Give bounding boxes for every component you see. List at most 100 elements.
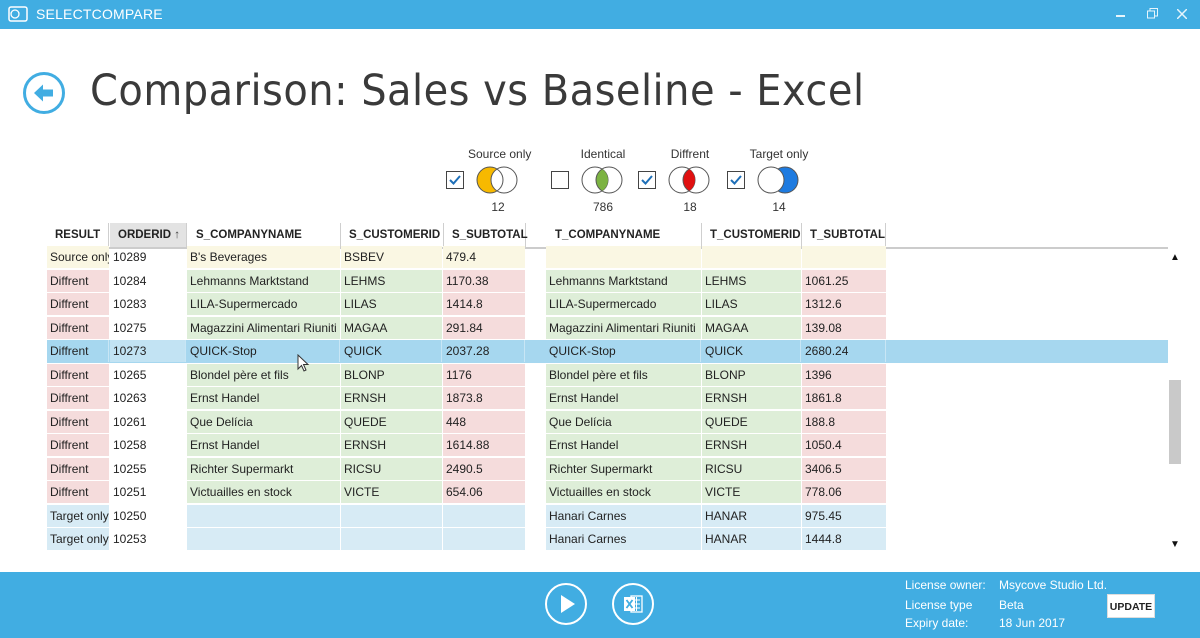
- s-companyname-cell[interactable]: Richter Supermarkt: [187, 457, 340, 480]
- orderid-cell[interactable]: 10255: [110, 458, 186, 480]
- t-companyname-cell[interactable]: Que Delícia: [546, 410, 701, 433]
- result-cell[interactable]: Diffrent: [47, 363, 109, 386]
- orderid-cell[interactable]: 10250: [110, 505, 186, 527]
- s-subtotal-cell[interactable]: 1414.8: [443, 293, 525, 315]
- table-row[interactable]: Diffrent 10251 Victuailles en stock VICTE 65…: [47, 481, 1168, 504]
- s-subtotal-cell[interactable]: 291.84: [443, 316, 525, 339]
- t-companyname-cell[interactable]: Richter Supermarkt: [546, 457, 701, 480]
- t-subtotal-cell[interactable]: 778.06: [802, 481, 886, 503]
- scroll-down-button[interactable]: ▼: [1169, 539, 1181, 550]
- orderid-cell[interactable]: 10284: [110, 270, 186, 292]
- s-companyname-cell[interactable]: [187, 528, 340, 550]
- column-header-t-customerid[interactable]: T_CUSTOMERID: [702, 223, 802, 247]
- table-row[interactable]: Diffrent 10275 Magazzini Alimentari Riunit…: [47, 316, 1168, 340]
- result-cell[interactable]: Target only: [47, 528, 109, 550]
- result-cell[interactable]: Source only: [47, 246, 109, 268]
- s-subtotal-cell[interactable]: 654.06: [443, 481, 525, 503]
- scroll-up-button[interactable]: ▲: [1169, 252, 1181, 263]
- s-customerid-cell[interactable]: ERNSH: [341, 387, 442, 409]
- t-companyname-cell[interactable]: Ernst Handel: [546, 387, 701, 409]
- t-subtotal-cell[interactable]: 188.8: [802, 410, 886, 433]
- s-customerid-cell[interactable]: [341, 504, 442, 527]
- restore-button[interactable]: [1138, 4, 1166, 26]
- t-companyname-cell[interactable]: Victuailles en stock: [546, 481, 701, 503]
- result-cell[interactable]: Diffrent: [47, 293, 109, 315]
- table-row[interactable]: Diffrent 10273 QUICK-Stop QUICK 2037.28 QUICK…: [47, 340, 1168, 363]
- filter-checkbox[interactable]: [446, 171, 464, 189]
- s-customerid-cell[interactable]: LILAS: [341, 293, 442, 315]
- result-cell[interactable]: Diffrent: [47, 269, 109, 292]
- s-customerid-cell[interactable]: ERNSH: [341, 434, 442, 456]
- minimize-button[interactable]: [1107, 4, 1135, 26]
- t-subtotal-cell[interactable]: 1061.25: [802, 269, 886, 292]
- s-subtotal-cell[interactable]: 479.4: [443, 246, 525, 268]
- t-companyname-cell[interactable]: Hanari Carnes: [546, 504, 701, 527]
- orderid-cell[interactable]: 10289: [110, 246, 186, 268]
- column-header-orderid[interactable]: ORDERID ↑: [110, 223, 187, 247]
- table-row[interactable]: Diffrent 10255 Richter Supermarkt RICSU 2490…: [47, 457, 1168, 481]
- result-cell[interactable]: Diffrent: [47, 316, 109, 339]
- column-header-s-customerid[interactable]: S_CUSTOMERID: [341, 223, 444, 247]
- t-customerid-cell[interactable]: ERNSH: [702, 434, 801, 456]
- run-comparison-button[interactable]: [545, 583, 587, 625]
- table-row[interactable]: Target only 10250 Hanari Carnes HANAR 975.45: [47, 504, 1168, 528]
- orderid-cell[interactable]: 10253: [110, 528, 186, 550]
- t-customerid-cell[interactable]: HANAR: [702, 528, 801, 550]
- s-subtotal-cell[interactable]: 1170.38: [443, 269, 525, 292]
- t-companyname-cell[interactable]: Magazzini Alimentari Riuniti: [546, 316, 701, 339]
- column-header-t-companyname[interactable]: T_COMPANYNAME: [547, 223, 702, 247]
- s-companyname-cell[interactable]: Victuailles en stock: [187, 481, 340, 503]
- s-subtotal-cell[interactable]: [443, 528, 525, 550]
- s-customerid-cell[interactable]: RICSU: [341, 457, 442, 480]
- result-cell[interactable]: Target only: [47, 504, 109, 527]
- s-customerid-cell[interactable]: MAGAA: [341, 316, 442, 339]
- table-row[interactable]: Diffrent 10283 LILA-Supermercado LILAS 1414.…: [47, 293, 1168, 316]
- s-customerid-cell[interactable]: QUICK: [341, 340, 442, 362]
- orderid-cell[interactable]: 10258: [110, 434, 186, 456]
- t-subtotal-cell[interactable]: 139.08: [802, 316, 886, 339]
- t-customerid-cell[interactable]: LILAS: [702, 293, 801, 315]
- t-subtotal-cell[interactable]: 1861.8: [802, 387, 886, 409]
- s-subtotal-cell[interactable]: 1614.88: [443, 434, 525, 456]
- table-row[interactable]: Diffrent 10284 Lehmanns Marktstand LEHMS 117…: [47, 269, 1168, 293]
- s-companyname-cell[interactable]: Lehmanns Marktstand: [187, 269, 340, 292]
- table-row[interactable]: Diffrent 10258 Ernst Handel ERNSH 1614.88 Ern…: [47, 434, 1168, 457]
- t-companyname-cell[interactable]: Ernst Handel: [546, 434, 701, 456]
- scrollbar-thumb[interactable]: [1169, 380, 1181, 464]
- result-cell[interactable]: Diffrent: [47, 457, 109, 480]
- s-subtotal-cell[interactable]: [443, 504, 525, 527]
- t-subtotal-cell[interactable]: 1396: [802, 363, 886, 386]
- orderid-cell[interactable]: 10275: [110, 317, 186, 339]
- s-subtotal-cell[interactable]: 2037.28: [443, 340, 525, 362]
- filter-checkbox[interactable]: [638, 171, 656, 189]
- column-header-s-subtotal[interactable]: S_SUBTOTAL: [444, 223, 528, 247]
- t-customerid-cell[interactable]: LEHMS: [702, 269, 801, 292]
- t-companyname-cell[interactable]: Hanari Carnes: [546, 528, 701, 550]
- s-companyname-cell[interactable]: Ernst Handel: [187, 387, 340, 409]
- t-subtotal-cell[interactable]: [802, 246, 886, 268]
- column-header-s-companyname[interactable]: S_COMPANYNAME: [188, 223, 341, 247]
- s-customerid-cell[interactable]: LEHMS: [341, 269, 442, 292]
- s-customerid-cell[interactable]: VICTE: [341, 481, 442, 503]
- s-companyname-cell[interactable]: [187, 504, 340, 527]
- close-button[interactable]: [1168, 4, 1196, 26]
- t-customerid-cell[interactable]: MAGAA: [702, 316, 801, 339]
- result-cell[interactable]: Diffrent: [47, 410, 109, 433]
- orderid-cell[interactable]: 10261: [110, 411, 186, 433]
- table-row[interactable]: Source only 10289 B's Beverages BSBEV 479.4: [47, 246, 1168, 269]
- t-subtotal-cell[interactable]: 1050.4: [802, 434, 886, 456]
- update-button[interactable]: UPDATE: [1107, 594, 1155, 618]
- table-row[interactable]: Diffrent 10261 Que Delícia QUEDE 448 Que Delí…: [47, 410, 1168, 434]
- t-customerid-cell[interactable]: BLONP: [702, 363, 801, 386]
- t-companyname-cell[interactable]: [546, 246, 701, 268]
- s-customerid-cell[interactable]: BSBEV: [341, 246, 442, 268]
- orderid-cell[interactable]: 10273: [110, 340, 186, 362]
- export-excel-button[interactable]: [612, 583, 654, 625]
- t-customerid-cell[interactable]: QUEDE: [702, 410, 801, 433]
- t-companyname-cell[interactable]: Lehmanns Marktstand: [546, 269, 701, 292]
- t-companyname-cell[interactable]: QUICK-Stop: [546, 340, 701, 362]
- column-header-t-subtotal[interactable]: T_SUBTOTAL: [802, 223, 886, 247]
- column-header-result[interactable]: RESULT: [47, 223, 109, 247]
- s-companyname-cell[interactable]: LILA-Supermercado: [187, 293, 340, 315]
- filter-checkbox[interactable]: [727, 171, 745, 189]
